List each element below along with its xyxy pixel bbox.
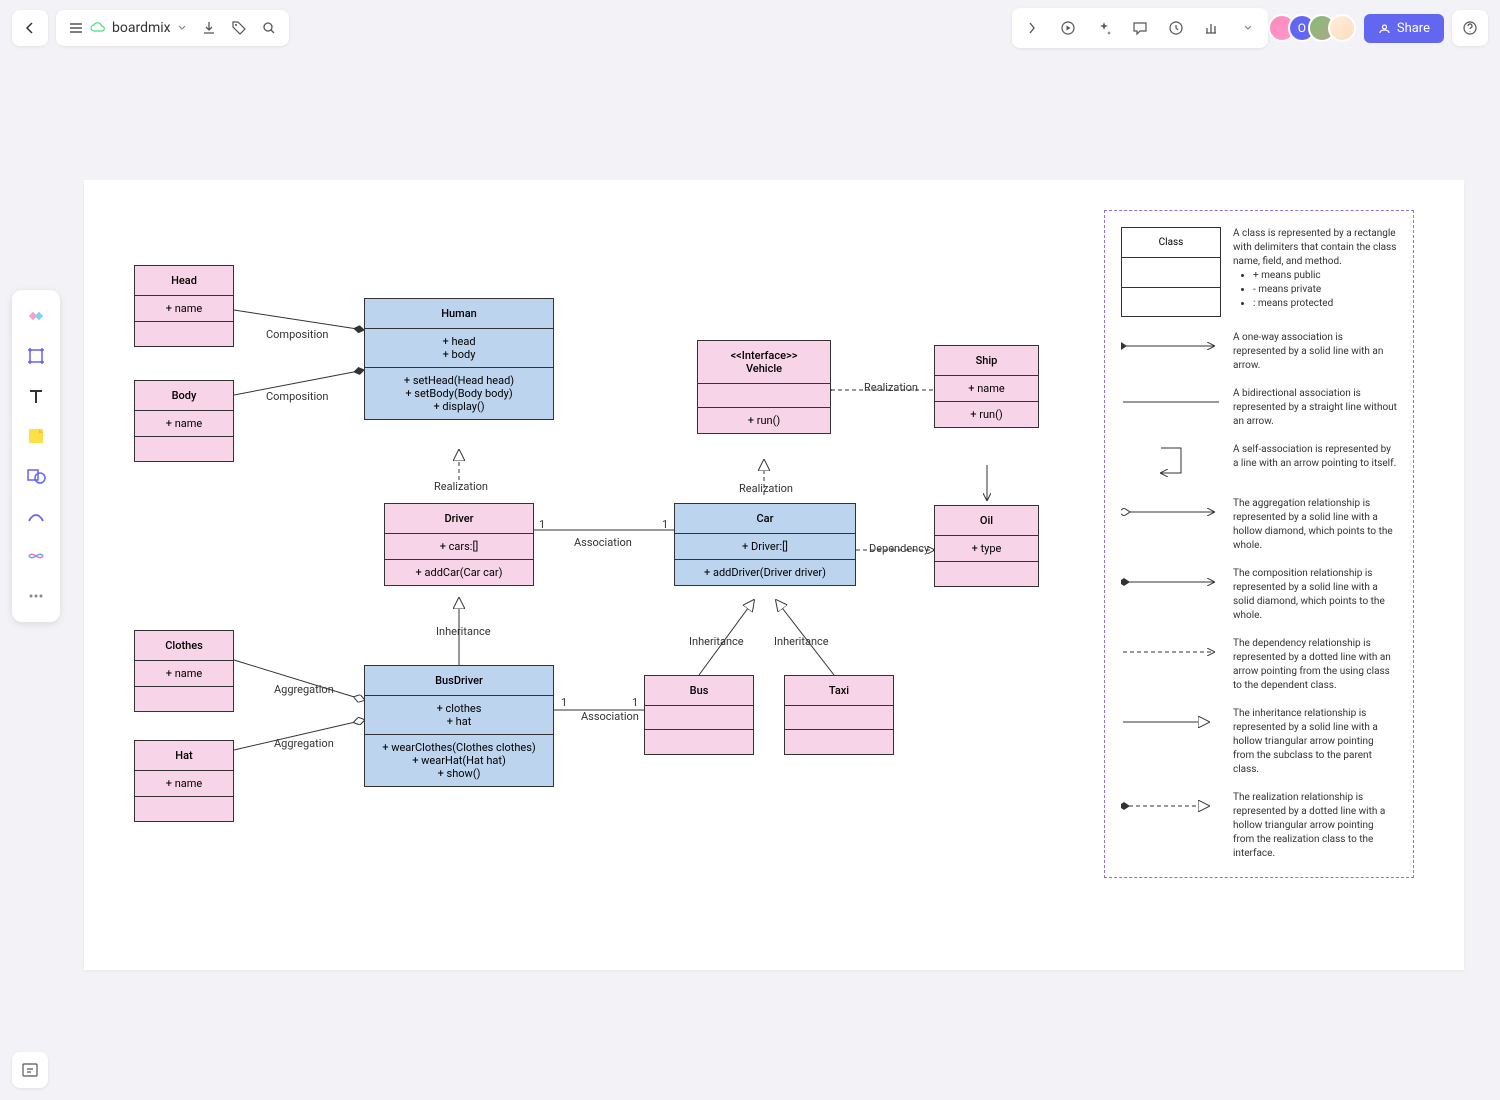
legend-assoc: A one-way association is represented by … — [1233, 331, 1397, 373]
legend-comp: The composition relationship is represen… — [1233, 567, 1397, 623]
legend-real: The realization relationship is represen… — [1233, 791, 1397, 861]
label-inheritance-3: Inheritance — [436, 625, 491, 638]
class-driver[interactable]: Driver + cars:[] + addCar(Car car) — [384, 503, 534, 586]
label-inheritance-2: Inheritance — [774, 635, 829, 648]
legend-bidir: A bidirectional association is represent… — [1233, 387, 1397, 429]
class-oil[interactable]: Oil + type — [934, 505, 1039, 587]
class-clothes[interactable]: Clothes + name — [134, 630, 234, 712]
frame-tool[interactable] — [18, 338, 54, 374]
class-bus[interactable]: Bus — [644, 675, 754, 755]
label-realization-2: Realization — [739, 482, 793, 495]
class-hat[interactable]: Hat + name — [134, 740, 234, 822]
tag-icon[interactable] — [231, 20, 247, 36]
share-icon — [1378, 22, 1391, 35]
chart-button[interactable] — [1196, 12, 1228, 44]
search-icon[interactable] — [261, 20, 277, 36]
left-toolbar — [12, 290, 60, 622]
message-button[interactable] — [1124, 12, 1156, 44]
canvas[interactable]: Head + name Body + name Human + head + b… — [84, 180, 1464, 970]
class-head[interactable]: Head + name — [134, 265, 234, 347]
more-tools[interactable] — [18, 578, 54, 614]
share-label: Share — [1397, 21, 1430, 36]
class-car[interactable]: Car + Driver:[] + addDriver(Driver drive… — [674, 503, 856, 586]
label-composition-1: Composition — [266, 328, 329, 341]
share-button[interactable]: Share — [1364, 14, 1444, 43]
label-dependency: Dependency — [869, 542, 929, 555]
label-association-2: Association — [581, 710, 639, 723]
class-vehicle[interactable]: <<Interface>>Vehicle + run() — [697, 340, 831, 434]
label-one-2: 1 — [662, 518, 668, 531]
avatars[interactable]: O — [1276, 14, 1356, 42]
connector-tool[interactable] — [18, 538, 54, 574]
document-title: boardmix — [112, 20, 171, 36]
class-body[interactable]: Body + name — [134, 380, 234, 462]
layers-button[interactable] — [12, 1052, 48, 1088]
label-realization-1: Realization — [434, 480, 488, 493]
sparkle-button[interactable] — [1088, 12, 1120, 44]
menu-icon — [68, 20, 84, 36]
avatar-4[interactable] — [1328, 14, 1356, 42]
label-composition-2: Composition — [266, 390, 329, 403]
more-button[interactable] — [1232, 12, 1264, 44]
top-left-group: boardmix — [12, 10, 289, 46]
label-inheritance-1: Inheritance — [689, 635, 744, 648]
download-icon[interactable] — [201, 20, 217, 36]
back-button[interactable] — [12, 10, 48, 46]
expand-button[interactable] — [1016, 12, 1048, 44]
class-human[interactable]: Human + head + body + setHead(Head head)… — [364, 298, 554, 420]
toolbar-group — [1012, 8, 1268, 48]
legend-agg: The aggregation relationship is represen… — [1233, 497, 1397, 553]
note-tool[interactable] — [18, 418, 54, 454]
class-busdriver[interactable]: BusDriver + clothes + hat + wearClothes(… — [364, 665, 554, 787]
top-right-group: O Share — [1012, 8, 1488, 48]
class-taxi[interactable]: Taxi — [784, 675, 894, 755]
pen-tool[interactable] — [18, 498, 54, 534]
legend-inh: The inheritance relationship is represen… — [1233, 707, 1397, 777]
label-one-4: 1 — [632, 696, 638, 709]
legend-class-symbol: Class — [1121, 227, 1221, 317]
help-button[interactable] — [1452, 10, 1488, 46]
top-bar: boardmix O Share — [0, 0, 1500, 56]
legend-dep: The dependency relationship is represent… — [1233, 637, 1397, 693]
legend-class-text: A class is represented by a rectangle wi… — [1233, 227, 1397, 311]
label-one-1: 1 — [539, 518, 545, 531]
chevron-down-icon — [177, 23, 187, 33]
label-aggregation-1: Aggregation — [274, 683, 334, 696]
label-aggregation-2: Aggregation — [274, 737, 334, 750]
label-one-3: 1 — [561, 696, 567, 709]
label-realization-3: Realization — [864, 381, 918, 394]
legend-self: A self-association is represented by a l… — [1233, 443, 1397, 471]
shape-tool[interactable] — [18, 458, 54, 494]
class-ship[interactable]: Ship + name + run() — [934, 345, 1039, 428]
select-tool[interactable] — [18, 298, 54, 334]
legend-panel: Class A class is represented by a rectan… — [1104, 210, 1414, 878]
history-button[interactable] — [1160, 12, 1192, 44]
play-button[interactable] — [1052, 12, 1084, 44]
title-group[interactable]: boardmix — [56, 10, 289, 46]
cloud-icon — [90, 20, 106, 36]
label-association-1: Association — [574, 536, 632, 549]
text-tool[interactable] — [18, 378, 54, 414]
